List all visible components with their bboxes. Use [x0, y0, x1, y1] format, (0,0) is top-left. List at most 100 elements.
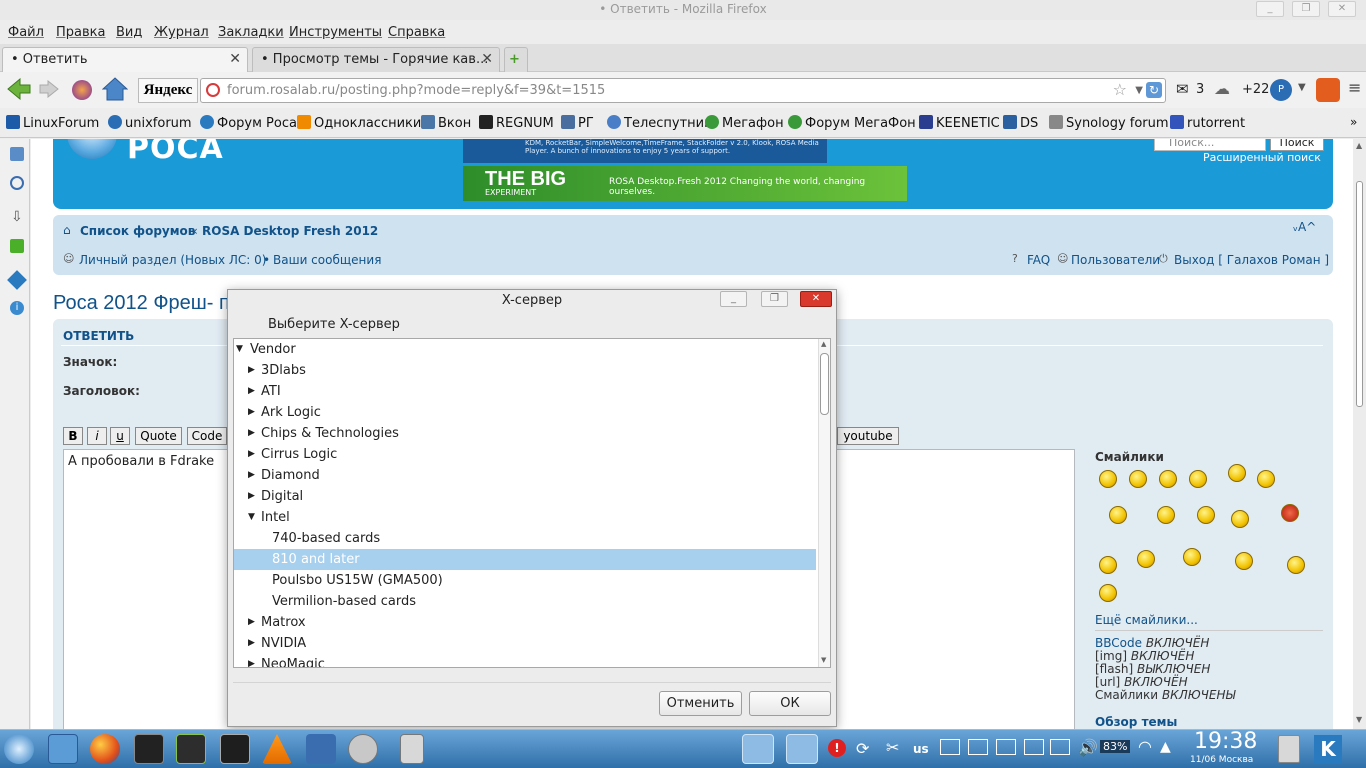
tree-item-diamond[interactable]: ▶ Diamond: [234, 465, 816, 486]
site-identity-icon[interactable]: [206, 83, 220, 97]
smiley-icon[interactable]: [1159, 470, 1177, 488]
tree-item-cirrus-logic[interactable]: ▶ Cirrus Logic: [234, 444, 816, 465]
menu-icon[interactable]: ≡: [1348, 78, 1361, 97]
font-resize-toggle[interactable]: ᵥA^: [1293, 220, 1316, 234]
close-icon[interactable]: ✕: [229, 48, 241, 71]
scroll-down-icon[interactable]: ▼: [1356, 715, 1362, 724]
collapsed-arrow-icon[interactable]: ▶: [248, 360, 255, 381]
topic-review-heading[interactable]: Обзор темы: [1095, 715, 1177, 729]
dialog-close-button[interactable]: ✕: [800, 291, 832, 307]
banner-big[interactable]: THE BIG EXPERIMENT ROSA Desktop.Fresh 20…: [463, 166, 907, 201]
tree-item-intel[interactable]: ▼ Intel: [234, 507, 816, 528]
smiley-icon[interactable]: [1183, 548, 1201, 566]
quote-button[interactable]: Quote: [135, 427, 182, 445]
rule-key[interactable]: BBCode: [1095, 636, 1142, 650]
bookmark-telesputnik[interactable]: Телеспутник: [607, 115, 712, 131]
smiley-icon[interactable]: [1099, 556, 1117, 574]
collapsed-arrow-icon[interactable]: ▶: [248, 402, 255, 423]
minimize-button[interactable]: _: [1256, 1, 1284, 17]
battery-indicator[interactable]: 83%: [1100, 740, 1131, 753]
expanded-arrow-icon[interactable]: ▼: [236, 339, 243, 360]
smiley-icon[interactable]: [1109, 506, 1127, 524]
underline-button[interactable]: u: [110, 427, 130, 445]
menu-edit[interactable]: Правка: [56, 25, 105, 40]
bookmark-regnum[interactable]: REGNUM: [479, 115, 554, 131]
dialog-minimize-button[interactable]: _: [720, 291, 747, 307]
menu-bookmarks[interactable]: Закладки: [218, 25, 284, 40]
addon-icon[interactable]: [1316, 78, 1340, 102]
sync-icon[interactable]: ⟳: [856, 739, 869, 758]
tree-scrollbar-thumb[interactable]: [820, 353, 829, 415]
home-icon[interactable]: [102, 77, 128, 101]
vlc-icon[interactable]: [262, 734, 292, 764]
tree-item-chips-technologies[interactable]: ▶ Chips & Technologies: [234, 423, 816, 444]
task-window-icon[interactable]: [742, 734, 774, 764]
reload-icon[interactable]: ↻: [1146, 82, 1162, 98]
smiley-icon[interactable]: [1137, 550, 1155, 568]
collapsed-arrow-icon[interactable]: ▶: [248, 444, 255, 465]
search-input[interactable]: Поиск...: [1154, 139, 1266, 151]
scroll-up-icon[interactable]: ▲: [821, 340, 826, 348]
bookmark-forum-rosa[interactable]: Форум Роса: [200, 115, 297, 131]
smiley-icon[interactable]: [1257, 470, 1275, 488]
tree-item-matrox[interactable]: ▶ Matrox: [234, 612, 816, 633]
alert-icon[interactable]: !: [828, 739, 846, 757]
collapsed-arrow-icon[interactable]: ▶: [248, 486, 255, 507]
users-link[interactable]: Пользователи: [1071, 253, 1160, 267]
bookmarks-overflow-icon[interactable]: »: [1350, 115, 1357, 129]
cancel-button[interactable]: Отменить: [659, 691, 742, 716]
bookmark-vkontakte[interactable]: Вкон: [421, 115, 471, 131]
logout-link[interactable]: Выход [ Галахов Роман ]: [1174, 253, 1329, 267]
tree-item-vermilion[interactable]: Vermilion-based cards: [234, 591, 816, 612]
new-tab-button[interactable]: +: [504, 47, 528, 72]
menu-history[interactable]: Журнал: [154, 25, 209, 40]
smiley-icon[interactable]: [1235, 552, 1253, 570]
expanded-arrow-icon[interactable]: ▼: [248, 507, 255, 528]
tree-item-ati[interactable]: ▶ ATI: [234, 381, 816, 402]
weather-icon[interactable]: ☁: [1214, 79, 1230, 98]
menu-view[interactable]: Вид: [116, 25, 142, 40]
breadcrumb-forum-list[interactable]: Список форумов: [80, 224, 195, 238]
bookmark-rutorrent[interactable]: rutorrent: [1170, 115, 1245, 131]
smiley-icon[interactable]: [1287, 556, 1305, 574]
bold-button[interactable]: B: [63, 427, 83, 445]
tree-item-3dlabs[interactable]: ▶ 3Dlabs: [234, 360, 816, 381]
file-manager-icon[interactable]: [48, 734, 78, 764]
kde-icon[interactable]: K: [1314, 735, 1342, 763]
wifi-icon[interactable]: ◠: [1138, 737, 1152, 756]
tree-item-digital[interactable]: ▶ Digital: [234, 486, 816, 507]
tree-item-ark-logic[interactable]: ▶ Ark Logic: [234, 402, 816, 423]
ok-button[interactable]: ОК: [749, 691, 831, 716]
private-messages-link[interactable]: Личный раздел (Новых ЛС: 0): [79, 253, 266, 267]
smiley-icon[interactable]: [1228, 464, 1246, 482]
bookmark-unixforum[interactable]: unixforum: [108, 115, 192, 131]
network-icon[interactable]: [968, 739, 988, 755]
menu-file[interactable]: Файл: [8, 25, 44, 40]
smiley-icon[interactable]: [1099, 470, 1117, 488]
close-icon[interactable]: ✕: [481, 48, 493, 71]
tree-item-nvidia[interactable]: ▶ NVIDIA: [234, 633, 816, 654]
firefox-icon[interactable]: [90, 734, 120, 764]
terminal-icon[interactable]: [134, 734, 164, 764]
clock-time[interactable]: 19:38: [1194, 729, 1257, 754]
forward-icon[interactable]: [38, 80, 60, 98]
task-window-icon[interactable]: [786, 734, 818, 764]
maximize-button[interactable]: ❐: [1292, 1, 1320, 17]
settings-gear-icon[interactable]: [348, 734, 378, 764]
page-scrollbar[interactable]: ▲ ▼: [1353, 139, 1366, 729]
breadcrumb-rosa-fresh[interactable]: ROSA Desktop Fresh 2012: [202, 224, 378, 238]
search-button[interactable]: Поиск: [1270, 139, 1324, 151]
tray-arrow-icon[interactable]: ▲: [1160, 739, 1171, 755]
back-icon[interactable]: [6, 78, 32, 100]
sidebar-info-icon[interactable]: i: [10, 301, 24, 315]
network-icon[interactable]: [1024, 739, 1044, 755]
smiley-icon[interactable]: [1099, 584, 1117, 602]
sidebar-tool-icon[interactable]: [7, 270, 27, 290]
tree-item-vendor[interactable]: ▼ Vendor: [234, 339, 816, 360]
smiley-icon[interactable]: [1231, 510, 1249, 528]
archive-icon[interactable]: [400, 734, 424, 764]
bookmark-odnoklassniki[interactable]: Одноклассники: [297, 115, 421, 131]
keyboard-layout-indicator[interactable]: us: [913, 742, 929, 756]
sidebar-history-icon[interactable]: [10, 176, 24, 190]
dialog-maximize-button[interactable]: ❐: [761, 291, 788, 307]
